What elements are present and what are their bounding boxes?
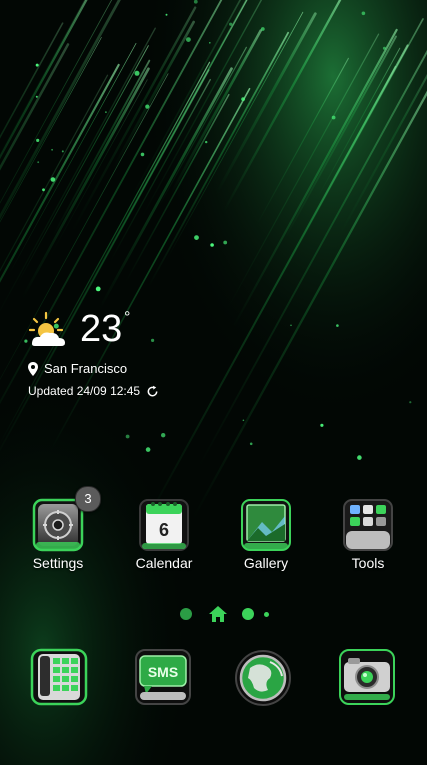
wallpaper-spark	[95, 286, 101, 292]
wallpaper-spark	[165, 13, 168, 16]
app-gallery[interactable]: Gallery	[226, 498, 306, 574]
browser-globe-icon[interactable]	[230, 648, 296, 708]
wallpaper-spark	[242, 419, 245, 422]
sms-icon[interactable]: SMS	[130, 648, 196, 708]
sms-text: SMS	[148, 664, 178, 680]
updated-time: Updated 24/09 12:45	[28, 384, 141, 398]
wallpaper-spark	[320, 423, 324, 427]
wallpaper-spark	[140, 152, 145, 157]
app-label-calendar: Calendar	[135, 555, 193, 571]
wallpaper-spark	[361, 11, 366, 16]
wallpaper-spark	[145, 447, 151, 452]
wallpaper-spark	[37, 161, 40, 164]
refresh-icon[interactable]	[146, 385, 159, 398]
wallpaper-spark	[145, 104, 150, 109]
wallpaper-spark	[125, 434, 130, 439]
tools-folder-icon	[343, 499, 393, 551]
notification-badge: 3	[75, 486, 101, 512]
page-indicator[interactable]	[178, 604, 278, 624]
wallpaper-spark	[42, 188, 45, 192]
location-pin-icon	[28, 362, 38, 376]
partly-sunny-icon	[28, 311, 65, 346]
wallpaper-spark	[210, 243, 214, 247]
app-label-settings: Settings	[32, 555, 84, 571]
gallery-icon	[241, 499, 291, 551]
app-label-tools: Tools	[351, 555, 385, 571]
home-icon[interactable]	[208, 604, 228, 624]
wallpaper-spark	[205, 140, 208, 144]
calendar-icon: 6	[139, 499, 189, 551]
calendar-day-number: 6	[159, 520, 169, 540]
wallpaper-spark	[223, 240, 228, 245]
wallpaper-spark	[61, 150, 64, 153]
wallpaper-spark	[35, 63, 39, 67]
app-calendar[interactable]: 6 Calendar	[124, 498, 204, 574]
wallpaper-spark	[409, 401, 412, 404]
wallpaper-spark	[51, 148, 53, 151]
camera-icon[interactable]	[334, 648, 400, 708]
page-dot-small[interactable]	[264, 612, 269, 617]
phone-icon[interactable]	[26, 648, 92, 708]
page-dot[interactable]	[180, 608, 192, 620]
location-name: San Francisco	[44, 361, 128, 376]
wallpaper-spark	[186, 37, 191, 42]
wallpaper-spark	[336, 324, 339, 327]
wallpaper-spark	[134, 70, 140, 76]
wallpaper-spark	[331, 115, 336, 120]
wallpaper-spark	[229, 22, 233, 26]
wallpaper-spark	[35, 95, 38, 98]
temperature: 23	[80, 308, 123, 350]
wallpaper-spark	[382, 46, 386, 50]
wallpaper-spark	[105, 111, 107, 113]
weather-widget[interactable]: 23 ° San Francisco Updated 24/09 12:45	[26, 306, 256, 406]
page-dot[interactable]	[242, 608, 254, 620]
wallpaper-spark	[241, 97, 246, 101]
wallpaper-spark	[209, 42, 211, 44]
wallpaper-spark	[249, 442, 253, 446]
app-tools[interactable]: Tools	[328, 498, 408, 574]
wallpaper-spark	[50, 177, 56, 182]
wallpaper-spark	[36, 138, 40, 142]
app-settings[interactable]: 3 Settings	[18, 486, 101, 574]
wallpaper-spark	[357, 455, 362, 460]
wallpaper-spark	[260, 27, 265, 31]
wallpaper-spark	[290, 324, 292, 327]
wallpaper-spark	[161, 433, 166, 438]
location-row: San Francisco	[28, 360, 127, 378]
app-label-gallery: Gallery	[243, 555, 289, 571]
degree-symbol: °	[124, 309, 131, 326]
wallpaper-spark	[194, 235, 199, 241]
updated-row: Updated 24/09 12:45	[28, 382, 159, 400]
